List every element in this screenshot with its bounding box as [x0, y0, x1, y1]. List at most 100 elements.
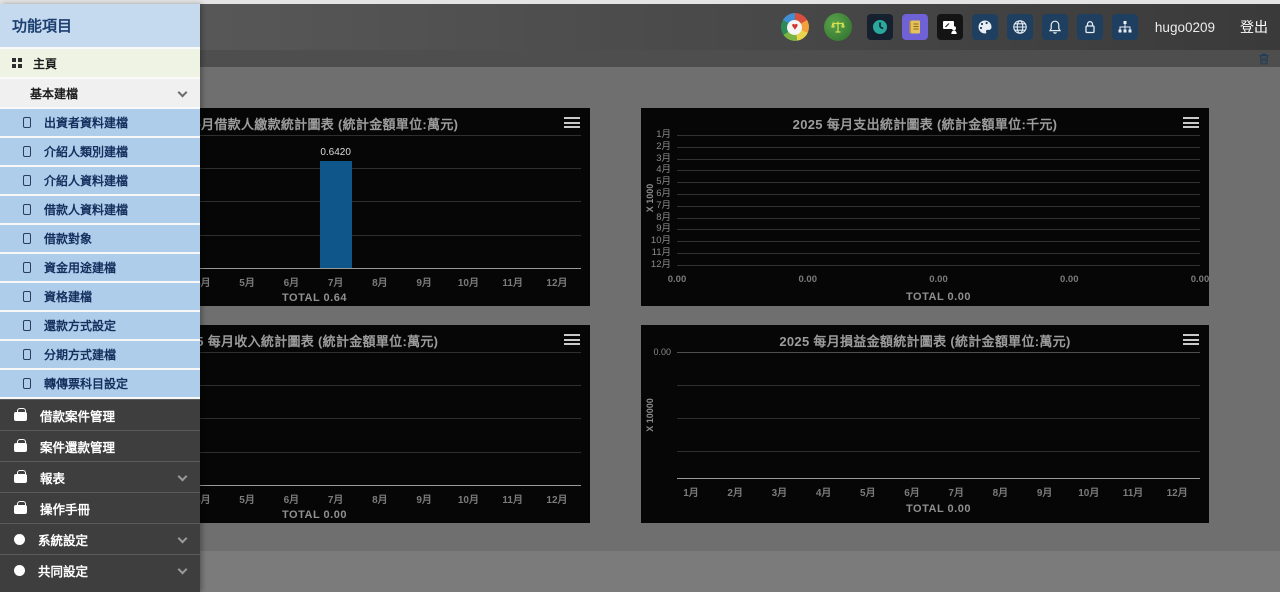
- sidebar-sub-item[interactable]: 還款方式設定: [0, 312, 200, 341]
- sidebar-item-label: 操作手冊: [40, 499, 90, 518]
- sidebar-sub-item[interactable]: 介紹人類別建檔: [0, 138, 200, 167]
- presentation-icon[interactable]: [937, 14, 963, 40]
- x-tick-label: 10月: [1072, 484, 1106, 499]
- sidebar-item-2[interactable]: 案件還款管理: [0, 430, 200, 461]
- palette-icon[interactable]: [972, 14, 998, 40]
- chart-title: 2025 每月支出統計圖表 (統計金額單位:千元): [641, 114, 1209, 133]
- sidebar-item-4[interactable]: 操作手冊: [0, 492, 200, 523]
- sidebar-main-list: 借款案件管理案件還款管理報表操作手冊系統設定共同設定: [0, 399, 200, 585]
- trash-icon[interactable]: [1257, 52, 1271, 66]
- sidebar-sub-item[interactable]: 借款對象: [0, 225, 200, 254]
- x-axis-value-label: 0.00: [786, 274, 830, 285]
- sidebar-item-3[interactable]: 報表: [0, 461, 200, 492]
- x-tick-label: 4月: [807, 484, 841, 499]
- sidebar-sub-item[interactable]: 借款人資料建檔: [0, 196, 200, 225]
- sidebar-sub-item-label: 資格建檔: [44, 288, 92, 305]
- row-gridline: [677, 147, 1200, 148]
- x-tick-label: 8月: [363, 274, 397, 289]
- gridline: [677, 385, 1200, 386]
- sidebar-sub-item[interactable]: 介紹人資料建檔: [0, 167, 200, 196]
- sidebar-group-basic[interactable]: 基本建檔: [0, 79, 200, 109]
- x-axis-value-label: 0.00: [917, 274, 961, 285]
- row-gridline: [677, 265, 1200, 266]
- x-tick-label: 10月: [451, 491, 485, 506]
- row-gridline: [677, 159, 1200, 160]
- logout-button[interactable]: 登出: [1240, 17, 1268, 37]
- home-grid-icon: [12, 58, 22, 68]
- sidebar-item-home[interactable]: 主頁: [0, 49, 200, 79]
- gear-icon: [14, 565, 25, 576]
- list-item-icon: [23, 378, 31, 389]
- sidebar-sub-item[interactable]: 出資者資料建檔: [0, 109, 200, 138]
- x-tick-label: 5月: [230, 491, 264, 506]
- chart-menu-icon[interactable]: [564, 334, 580, 345]
- sidebar-item-5[interactable]: 系統設定: [0, 523, 200, 554]
- sidebar-item-6[interactable]: 共同設定: [0, 554, 200, 585]
- x-axis-value-label: 0.00: [1178, 274, 1222, 285]
- row-gridline: [677, 182, 1200, 183]
- sidebar-sub-item[interactable]: 資格建檔: [0, 283, 200, 312]
- x-tick-label: 12月: [540, 274, 574, 289]
- x-tick-label: 9月: [1028, 484, 1062, 499]
- lock-icon[interactable]: [1077, 14, 1103, 40]
- x-tick-label: 1月: [674, 484, 708, 499]
- sidebar-sub-item-label: 轉傳票科目設定: [44, 375, 128, 392]
- topbar-icons: ♥: [781, 13, 1138, 41]
- globe-icon[interactable]: [1007, 14, 1033, 40]
- x-tick-label: 8月: [983, 484, 1017, 499]
- list-item-icon: [23, 175, 31, 186]
- row-gridline: [677, 170, 1200, 171]
- row-gridline: [677, 241, 1200, 242]
- chevron-down-icon: [178, 534, 188, 544]
- x-tick-label: 7月: [939, 484, 973, 499]
- bell-icon[interactable]: [1042, 14, 1068, 40]
- sidebar-sub-item[interactable]: 轉傳票科目設定: [0, 370, 200, 399]
- list-item-icon: [23, 117, 31, 128]
- y-tick-label: 12月: [643, 256, 671, 270]
- clock-icon[interactable]: [867, 14, 893, 40]
- x-tick-label: 7月: [319, 491, 353, 506]
- balance-scale-logo[interactable]: [824, 13, 852, 41]
- x-tick-label: 6月: [274, 274, 308, 289]
- row-gridline: [677, 218, 1200, 219]
- list-item-icon: [23, 291, 31, 302]
- chart-panel-expenses: 2025 每月支出統計圖表 (統計金額單位:千元)1月2月3月4月5月6月7月8…: [641, 108, 1209, 306]
- briefcase-icon: [14, 505, 27, 514]
- x-tick-label: 6月: [895, 484, 929, 499]
- community-logo[interactable]: ♥: [781, 13, 809, 41]
- x-tick-label: 9月: [407, 274, 441, 289]
- row-gridline: [677, 206, 1200, 207]
- sidebar-sub-item-label: 介紹人類別建檔: [44, 143, 128, 160]
- zero-line: [677, 352, 1200, 353]
- chart-menu-icon[interactable]: [1183, 117, 1199, 128]
- gridline: [677, 418, 1200, 419]
- x-tick-label: 11月: [496, 491, 530, 506]
- username-label: hugo0209: [1155, 20, 1215, 35]
- total-label: TOTAL 0.00: [215, 509, 415, 521]
- chevron-down-icon: [178, 472, 188, 482]
- heart-icon: ♥: [792, 22, 799, 33]
- scroll-icon[interactable]: [902, 14, 928, 40]
- x-tick-label: 7月: [319, 274, 353, 289]
- sidebar-item-label: 系統設定: [38, 530, 88, 549]
- x-axis-value-label: 0.00: [1047, 274, 1091, 285]
- sidebar-sub-item[interactable]: 分期方式建檔: [0, 341, 200, 370]
- gridline: [677, 451, 1200, 452]
- sidebar-item-1[interactable]: 借款案件管理: [0, 399, 200, 430]
- sidebar-sub-item-label: 分期方式建檔: [44, 346, 116, 363]
- sidebar-group-label: 基本建檔: [30, 85, 78, 102]
- sidebar-item-label: 共同設定: [38, 561, 88, 580]
- list-item-icon: [23, 204, 31, 215]
- sidebar-item-label: 借款案件管理: [40, 406, 115, 425]
- gear-icon: [14, 534, 25, 545]
- chart-menu-icon[interactable]: [564, 117, 580, 128]
- list-item-icon: [23, 349, 31, 360]
- chevron-down-icon: [178, 565, 188, 575]
- sidebar-header: 功能項目: [0, 4, 200, 49]
- sitemap-icon[interactable]: [1112, 14, 1138, 40]
- total-label: TOTAL 0.00: [839, 503, 1039, 515]
- sidebar-sub-item[interactable]: 資金用途建檔: [0, 254, 200, 283]
- sidebar-sub-item-label: 借款對象: [44, 230, 92, 247]
- x-tick-label: 8月: [363, 491, 397, 506]
- chart-menu-icon[interactable]: [1183, 334, 1199, 345]
